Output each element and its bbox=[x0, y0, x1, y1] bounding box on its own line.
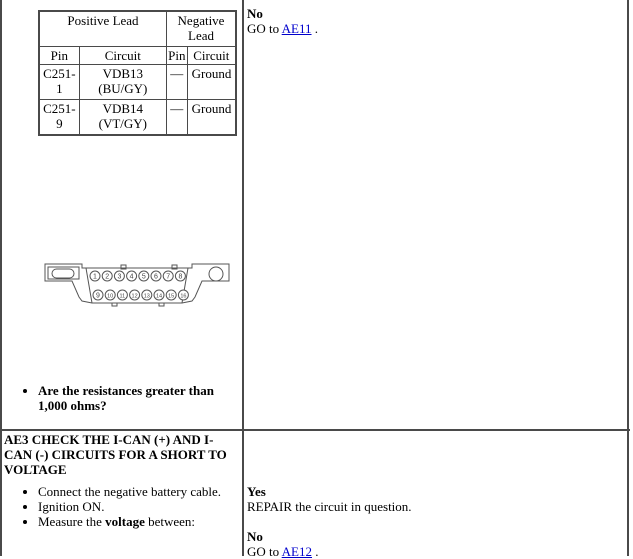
connector-pin-label: 9 bbox=[96, 293, 100, 300]
no-text-prefix: GO to bbox=[247, 21, 282, 36]
pin-header: Pin bbox=[38, 46, 80, 65]
table-border-middle bbox=[242, 0, 244, 556]
ae3-result: Yes REPAIR the circuit in question. No G… bbox=[247, 484, 412, 559]
circuit-cell: VDB13 (BU/GY) bbox=[78, 64, 168, 100]
instruction-item: Ignition ON. bbox=[38, 499, 253, 514]
connector-pin-label: 7 bbox=[166, 274, 170, 281]
table-border-right bbox=[627, 0, 629, 556]
connector-pin-label: 6 bbox=[154, 274, 158, 281]
step-ae3-title: AE3 CHECK THE I-CAN (+) AND I-CAN (-) CI… bbox=[4, 432, 227, 477]
yes-label: Yes bbox=[247, 484, 266, 499]
neg-circuit-cell: Ground bbox=[186, 99, 237, 136]
question-list: Are the resistances greater than 1,000 o… bbox=[18, 383, 238, 413]
neg-circuit-header: Circuit bbox=[186, 46, 237, 65]
pin-cell: C251-9 bbox=[38, 99, 80, 136]
connector-pin-label: 3 bbox=[117, 274, 121, 281]
neg-pin-header: Pin bbox=[166, 46, 188, 65]
instruction-list: Connect the negative battery cable. Igni… bbox=[18, 484, 253, 529]
neg-pin-cell: — bbox=[166, 99, 188, 136]
connector-pin-label: 12 bbox=[132, 294, 138, 300]
instruction-bold: voltage bbox=[105, 514, 145, 529]
yes-text: REPAIR the circuit in question. bbox=[247, 499, 412, 514]
table-row: C251-9 VDB14 (VT/GY) — Ground bbox=[38, 99, 237, 136]
connector-pin-label: 16 bbox=[180, 294, 186, 300]
ae11-link[interactable]: AE11 bbox=[282, 21, 312, 36]
connector-pin-label: 8 bbox=[178, 274, 182, 281]
connector-pin-label: 5 bbox=[142, 274, 146, 281]
row-divider bbox=[0, 429, 630, 431]
connector-pin-label: 10 bbox=[107, 294, 113, 300]
ae2-result: No GO to AE11 . bbox=[247, 6, 318, 36]
instruction-item: Connect the negative battery cable. bbox=[38, 484, 253, 499]
circuit-header: Circuit bbox=[78, 46, 168, 65]
no-label: No bbox=[247, 6, 263, 21]
no-text-prefix: GO to bbox=[247, 544, 282, 559]
connector-pin-label: 1 bbox=[93, 274, 97, 281]
connector-pin-label: 13 bbox=[144, 294, 150, 300]
instruction-item: Measure the voltage between: bbox=[38, 514, 253, 529]
connector-pins-top: 1 2 3 4 5 6 7 8 bbox=[89, 270, 186, 282]
lead-table: Positive Lead Negative Lead Pin Circuit … bbox=[38, 10, 237, 136]
obd-connector-icon: 12345678 9 10 11 12 13 14 15 16 bbox=[44, 263, 230, 307]
pin-cell: C251-1 bbox=[38, 64, 80, 100]
negative-lead-header: Negative Lead bbox=[166, 10, 237, 47]
ae12-link[interactable]: AE12 bbox=[282, 544, 312, 559]
instruction-suffix: between: bbox=[144, 514, 196, 529]
question-item: Are the resistances greater than 1,000 o… bbox=[38, 383, 238, 413]
no-text-suffix: . bbox=[311, 21, 319, 36]
table-row: C251-1 VDB13 (BU/GY) — Ground bbox=[38, 64, 237, 100]
connector-pin-label: 2 bbox=[105, 274, 109, 281]
connector-pins-bottom: 9 10 11 12 13 14 15 16 bbox=[92, 289, 189, 301]
connector-pin-label: 14 bbox=[156, 294, 162, 300]
neg-circuit-cell: Ground bbox=[186, 64, 237, 100]
table-border-left bbox=[0, 0, 2, 556]
circuit-cell: VDB14 (VT/GY) bbox=[78, 99, 168, 136]
connector-pin-label: 11 bbox=[120, 294, 126, 300]
instruction-prefix: Measure the bbox=[38, 514, 106, 529]
connector-pin-label: 15 bbox=[168, 294, 174, 300]
no-text-suffix: . bbox=[312, 544, 319, 559]
connector-pin-label: 4 bbox=[130, 274, 134, 281]
no-label: No bbox=[247, 529, 263, 544]
neg-pin-cell: — bbox=[166, 64, 188, 100]
positive-lead-header: Positive Lead bbox=[38, 10, 167, 47]
